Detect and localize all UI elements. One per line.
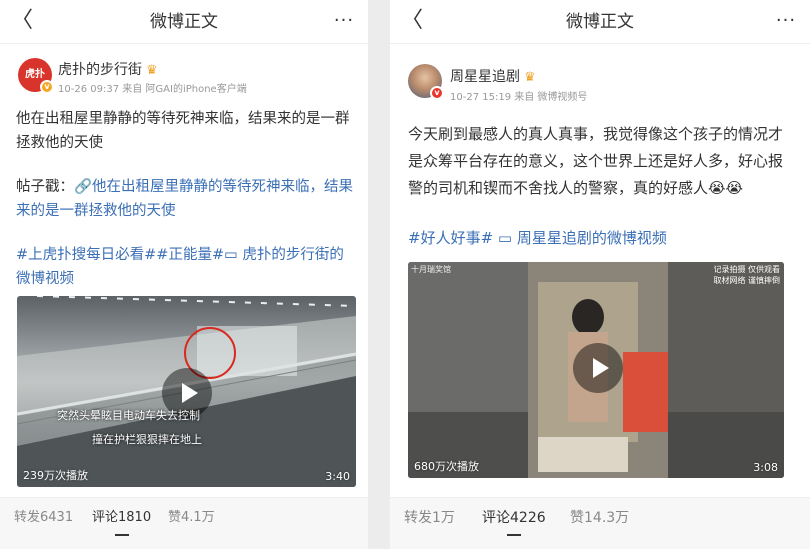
watermark-right-2: 取材网络 谨慎摔倒 (713, 276, 780, 285)
right-action-bar: 转发1万 评论4226 赞14.3万 (390, 497, 810, 549)
right-post-tags-line: #好人好事# ▭ 周星星追剧的微博视频 (408, 226, 796, 250)
right-top-bar: 微博正文 〈 ··· (390, 0, 810, 44)
right-post-panel: 微博正文 〈 ··· v 周星星追剧 ♛ 10-27 15:19 来自 微博视频号… (390, 0, 810, 549)
left-author-name[interactable]: 虎扑的步行街 ♛ (58, 59, 158, 79)
left-repost-tab[interactable]: 转发6431 (14, 498, 73, 538)
left-post-meta: 10-26 09:37 来自 阿GAI的iPhone客户端 (58, 84, 247, 95)
left-action-bar: 转发6431 评论1810 赞4.1万 (0, 497, 368, 549)
crown-icon: ♛ (146, 63, 158, 78)
left-video-play-count: 239万次播放 (23, 469, 88, 482)
watermark-right-1: 记录拍摄 仅供观看 (713, 265, 780, 274)
right-post-text: 今天刷到最感人的真人真事，我觉得像这个孩子的情况才是众筹平台存在的意义，这个世界… (408, 125, 784, 197)
right-page-title: 微博正文 (566, 12, 634, 32)
author-name-text: 虎扑的步行街 (58, 62, 142, 78)
left-top-bar: 微博正文 〈 ··· (0, 0, 368, 44)
verified-badge-icon: v (430, 86, 444, 100)
verified-badge-icon: v (40, 80, 54, 94)
left-author-avatar[interactable]: 虎扑 v (18, 58, 54, 94)
right-more-icon[interactable]: ··· (772, 8, 800, 36)
left-more-icon[interactable]: ··· (330, 8, 358, 36)
right-like-tab[interactable]: 赞14.3万 (570, 498, 629, 538)
left-video-player[interactable]: 突然头晕眩目电动车失去控制 撞在护栏狠狠摔在地上 239万次播放 3:40 (17, 296, 356, 487)
left-post-tags-line: #上虎扑搜每日必看##正能量#▭ 虎扑的步行街的微博视频 (16, 243, 356, 291)
watermark-left: 十月瑞奖馆 (411, 265, 451, 274)
right-play-button[interactable] (573, 343, 623, 393)
right-post-meta: 10-27 15:19 来自 微博视频号 (450, 92, 588, 103)
right-video-play-count: 680万次播放 (414, 460, 479, 473)
left-post-text: 他在出租屋里静静的等待死神来临，结果来的是一群拯救他的天使 (16, 111, 350, 151)
video-subtitle-2: 撞在护栏狠狠摔在地上 (92, 433, 202, 446)
left-post-panel: 微博正文 〈 ··· 虎扑 v 虎扑的步行街 ♛ 10-26 09:37 来自 阿… (0, 0, 368, 549)
hashtag-link[interactable]: #好人好事# (408, 229, 493, 247)
right-author-avatar[interactable]: v (408, 64, 444, 100)
video-subtitle-1: 突然头晕眩目电动车失去控制 (57, 409, 200, 422)
left-page-title: 微博正文 (150, 12, 218, 32)
video-source-link[interactable]: ▭ 周星星追剧的微博视频 (498, 229, 667, 247)
right-video-player[interactable]: 十月瑞奖馆 记录拍摄 仅供观看 取材网络 谨慎摔倒 680万次播放 3:08 (408, 262, 784, 478)
right-repost-tab[interactable]: 转发1万 (404, 498, 455, 538)
author-name-text: 周星星追剧 (450, 69, 520, 85)
left-comment-tab[interactable]: 评论1810 (92, 498, 151, 538)
left-post-link-line: 帖子戳：🔗他在出租屋里静静的等待死神来临，结果来的是一群拯救他的天使 (16, 175, 356, 223)
crown-icon: ♛ (524, 70, 536, 85)
right-author-name[interactable]: 周星星追剧 ♛ (450, 66, 536, 86)
hashtag-links[interactable]: #上虎扑搜每日必看##正能量# (16, 247, 224, 263)
left-like-tab[interactable]: 赞4.1万 (168, 498, 215, 538)
post-link-prefix: 帖子戳： (16, 179, 74, 195)
right-back-icon[interactable]: 〈 (398, 8, 426, 36)
left-back-icon[interactable]: 〈 (8, 8, 36, 36)
right-video-duration: 3:08 (753, 461, 778, 474)
left-video-duration: 3:40 (325, 470, 350, 483)
right-comment-tab[interactable]: 评论4226 (482, 498, 546, 538)
